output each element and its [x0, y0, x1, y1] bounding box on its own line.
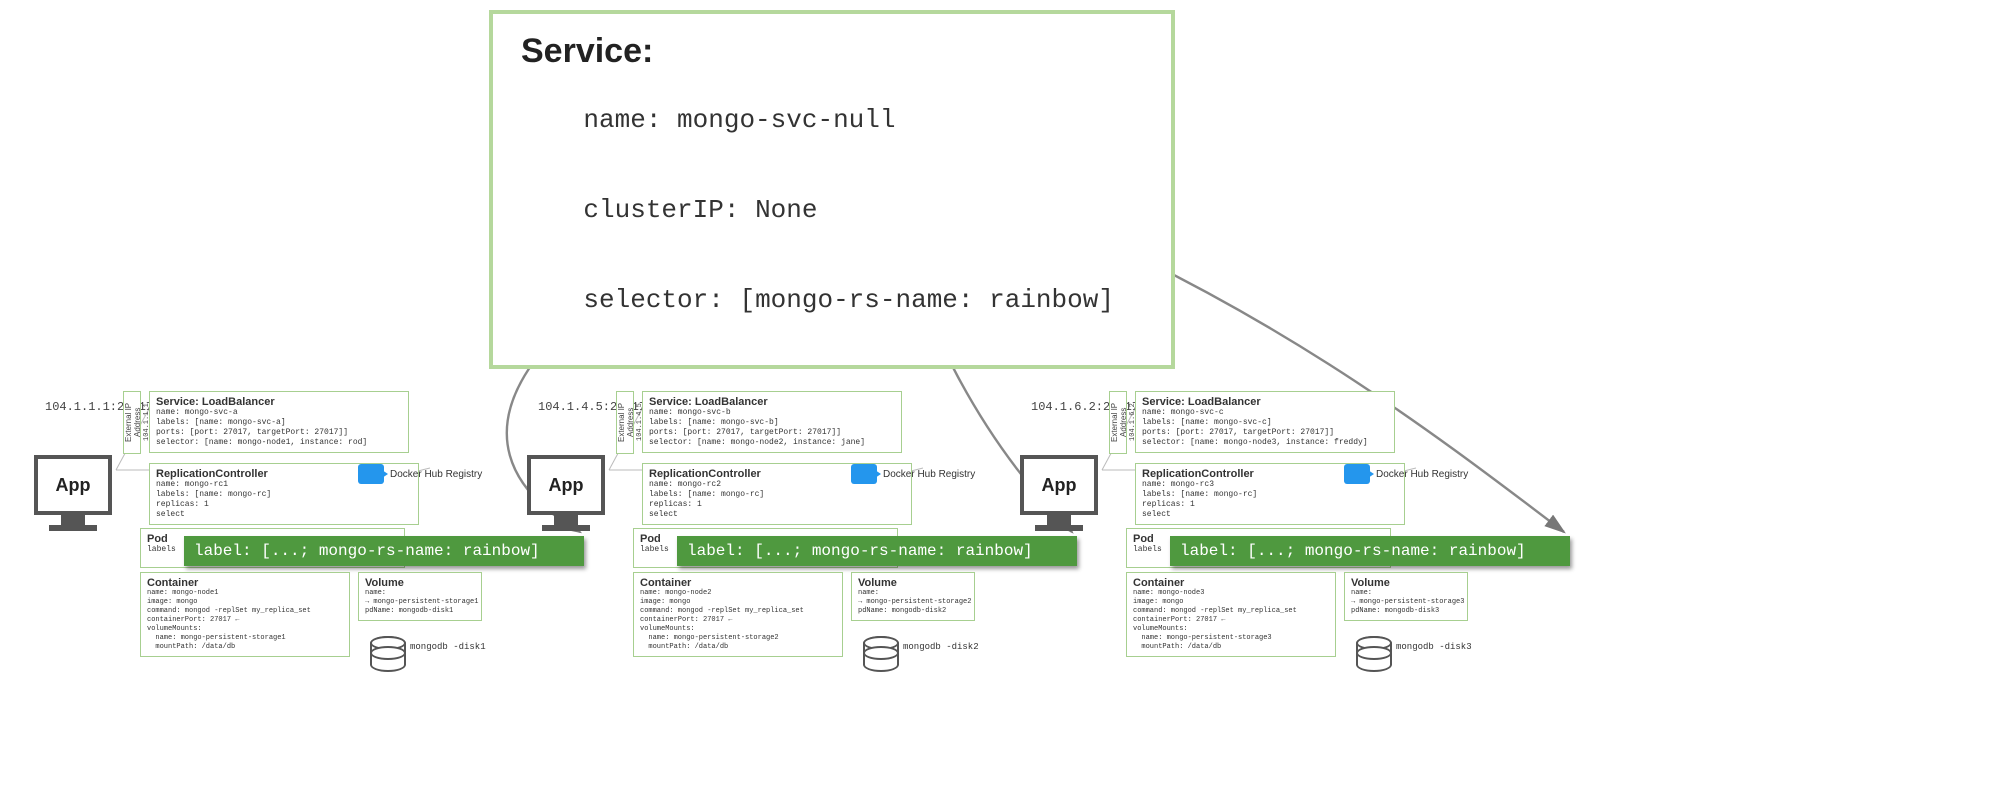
service-heading: Service:	[521, 32, 1143, 71]
external-ip-box: External IP Address 104.1.4.5	[616, 391, 634, 454]
volume-box: Volume name: → mongo-persistent-storage3…	[1344, 572, 1468, 621]
docker-icon	[851, 464, 877, 484]
volume-box: Volume name: → mongo-persistent-storage1…	[358, 572, 482, 621]
database-icon	[370, 636, 406, 676]
monitor-icon: App	[1020, 455, 1098, 515]
service-loadbalancer-box: Service: LoadBalancer name: mongo-svc-c …	[1135, 391, 1395, 453]
service-definition-box: Service: name: mongo-svc-null clusterIP:…	[489, 10, 1175, 369]
disk-label: mongodb -disk2	[903, 642, 979, 653]
container-box: Container name: mongo-node2 image: mongo…	[633, 572, 843, 657]
monitor-icon: App	[527, 455, 605, 515]
service-loadbalancer-box: Service: LoadBalancer name: mongo-svc-b …	[642, 391, 902, 453]
database-icon	[1356, 636, 1392, 676]
app-client-icon: App	[1016, 455, 1102, 531]
volume-box: Volume name: → mongo-persistent-storage2…	[851, 572, 975, 621]
docker-hub-registry: Docker Hub Registry	[851, 464, 979, 484]
service-name-row: name: mongo-svc-null	[521, 75, 1143, 165]
database-icon	[863, 636, 899, 676]
service-loadbalancer-box: Service: LoadBalancer name: mongo-svc-a …	[149, 391, 409, 453]
docker-hub-registry: Docker Hub Registry	[358, 464, 486, 484]
app-client-icon: App	[30, 455, 116, 531]
disk-label: mongodb -disk1	[410, 642, 486, 653]
pod-label-highlight: label: [...; mongo-rs-name: rainbow]	[1170, 536, 1570, 566]
container-box: Container name: mongo-node1 image: mongo…	[140, 572, 350, 657]
disk-label: mongodb -disk3	[1396, 642, 1472, 653]
cluster-2: 104.1.6.2:27017 App External IP Address …	[986, 400, 1479, 770]
docker-hub-registry: Docker Hub Registry	[1344, 464, 1472, 484]
docker-icon	[1344, 464, 1370, 484]
cluster-0: 104.1.1.1:27017 App External IP Address …	[0, 400, 493, 770]
cluster-1: 104.1.4.5:27017 App External IP Address …	[493, 400, 986, 770]
docker-icon	[358, 464, 384, 484]
service-clusterip-row: clusterIP: None	[521, 165, 1143, 255]
service-selector-row: selector: [mongo-rs-name: rainbow]	[521, 255, 1143, 345]
container-box: Container name: mongo-node3 image: mongo…	[1126, 572, 1336, 657]
app-client-icon: App	[523, 455, 609, 531]
external-ip-box: External IP Address 104.1.6.2	[1109, 391, 1127, 454]
monitor-icon: App	[34, 455, 112, 515]
external-ip-box: External IP Address 104.1.1.1	[123, 391, 141, 454]
